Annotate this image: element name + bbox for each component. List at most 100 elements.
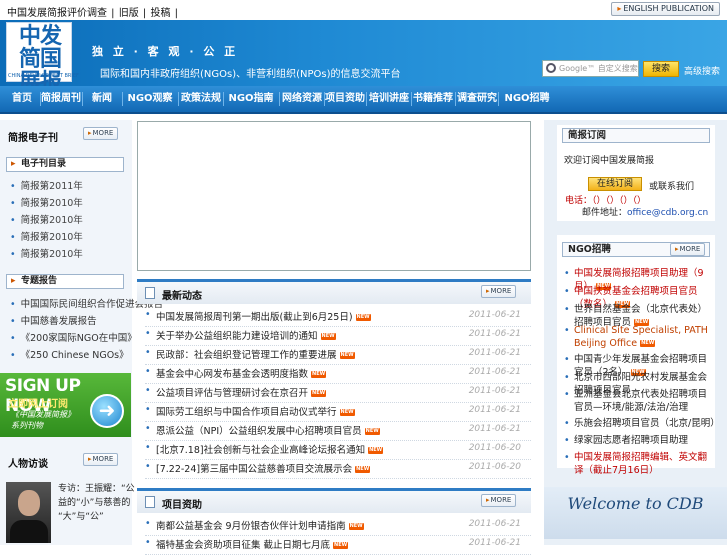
top-bar: 中国发展简报评价调查 | 旧版 | 投稿 | ENGLISH PUBLICATI… bbox=[0, 0, 727, 20]
nav-training[interactable]: 培训讲座 bbox=[367, 86, 411, 112]
funding-item[interactable]: 福特基金会资助项目征集 截止日期七月底NEW2011-06-21 bbox=[145, 536, 531, 555]
new-badge: NEW bbox=[333, 542, 349, 549]
media-panel[interactable] bbox=[137, 121, 531, 271]
interview-text[interactable]: 专访：王振耀：“公 益的“小”与慈善的 “大”与“公” bbox=[58, 482, 135, 524]
new-badge: NEW bbox=[368, 447, 384, 454]
news-item[interactable]: 基金会中心网发布基金会透明度指数NEW2011-06-21 bbox=[145, 365, 531, 384]
document-icon bbox=[145, 287, 155, 299]
job-item[interactable]: 中国发展简报招聘编辑、英文翻译（截止7月16日） bbox=[564, 451, 716, 477]
search-input[interactable]: Google™ 自定义搜索 bbox=[542, 60, 639, 77]
subscribe-box: 简报订阅 欢迎订阅中国发展简报 在线订阅 或联系我们 电话：（）（）（）（） 邮… bbox=[557, 125, 715, 221]
special-item[interactable]: 《200家国际NGO在中国》 bbox=[10, 330, 137, 344]
tagline: 国际和国内非政府组织(NGOs)、非营利组织(NPOs)的信息交流平台 bbox=[100, 69, 401, 80]
issue-item[interactable]: 简报第2010年 bbox=[10, 246, 83, 260]
search-button[interactable]: 搜索 bbox=[643, 61, 679, 77]
top-links: 中国发展简报评价调查 | 旧版 | 投稿 | bbox=[6, 8, 179, 19]
logo-english: CHINA DEVELOPMENT BRIEF bbox=[8, 73, 79, 79]
job-item[interactable]: 乐施会招聘项目官员（北京/昆明） bbox=[564, 417, 720, 430]
nav-weekly[interactable]: 简报周刊 bbox=[41, 86, 81, 112]
nav-research[interactable]: 调查研究 bbox=[456, 86, 498, 112]
funding-title: 项目资助 bbox=[162, 500, 202, 511]
document-icon bbox=[145, 496, 155, 508]
subscribe-intro: 欢迎订阅中国发展简报 bbox=[564, 156, 655, 166]
slogan: 独 立 · 客 观 · 公 正 bbox=[92, 45, 239, 58]
english-publication-button[interactable]: ENGLISH PUBLICATION bbox=[611, 2, 720, 16]
special-box-title: 专题报告 bbox=[6, 274, 124, 289]
avatar-face bbox=[18, 490, 40, 516]
news-item[interactable]: [7.22-24]第三届中国公益慈善项目交流展示会NEW2011-06-20 bbox=[145, 460, 531, 479]
link-survey[interactable]: 中国发展简报评价调查 bbox=[6, 8, 108, 19]
nav-books[interactable]: 书籍推荐 bbox=[412, 86, 454, 112]
advanced-search-link[interactable]: 高级搜索 bbox=[684, 64, 720, 77]
right-sidebar: 简报订阅 欢迎订阅中国发展简报 在线订阅 或联系我们 电话：（）（）（）（） 邮… bbox=[544, 120, 727, 545]
logo-mark: 中发简国展报 bbox=[18, 23, 62, 95]
header-banner: 中发简国展报 CHINA DEVELOPMENT BRIEF 独 立 · 客 观… bbox=[0, 20, 727, 95]
latest-news-title: 最新动态 bbox=[162, 291, 202, 302]
funding-header: 项目资助 MORE bbox=[137, 488, 531, 513]
jobs-box: NGO招聘 MORE 中国发展简报招聘项目助理（9月）NEW 中国扶贫基金会招聘… bbox=[557, 235, 720, 476]
funding-more-button[interactable]: MORE bbox=[481, 494, 517, 507]
nav-resources[interactable]: 网络资源 bbox=[280, 86, 324, 112]
job-item[interactable]: Clinical Site Specialist, PATH Beijing O… bbox=[564, 324, 716, 350]
nav-ngo-watch[interactable]: NGO观察 bbox=[123, 86, 177, 112]
special-item[interactable]: 《250 Chinese NGOs》 bbox=[10, 347, 129, 361]
signup-subheading: 立即网上订阅 bbox=[8, 399, 68, 410]
jobs-more-button[interactable]: MORE bbox=[670, 243, 706, 256]
signup-banner[interactable]: SIGN UP NOW 立即网上订阅 《中国发展简报》 系列刊物 ➜ bbox=[0, 373, 131, 437]
new-badge: NEW bbox=[355, 314, 371, 321]
search-placeholder: Google™ 自定义搜索 bbox=[559, 64, 638, 73]
signup-note: 《中国发展简报》 系列刊物 bbox=[11, 410, 75, 430]
avatar-body bbox=[10, 520, 48, 543]
main-content: 最新动态 MORE 中国发展简报周刊第一期出版(截止到6月25日)NEW2011… bbox=[137, 120, 531, 555]
periodical-more-button[interactable]: MORE bbox=[83, 127, 119, 140]
nav-policy[interactable]: 政策法规 bbox=[179, 86, 223, 112]
avatar[interactable] bbox=[6, 482, 51, 543]
new-badge: NEW bbox=[640, 340, 656, 347]
new-badge: NEW bbox=[311, 371, 327, 378]
interview-title: 人物访谈 bbox=[8, 459, 48, 470]
special-item[interactable]: 中国慈善发展报告 bbox=[10, 313, 97, 327]
interview-more-button[interactable]: MORE bbox=[83, 453, 119, 466]
new-badge: NEW bbox=[320, 333, 336, 340]
nav-funding[interactable]: 项目资助 bbox=[325, 86, 365, 112]
logo[interactable]: 中发简国展报 CHINA DEVELOPMENT BRIEF bbox=[6, 22, 79, 95]
new-badge: NEW bbox=[364, 428, 380, 435]
subscribe-online-button[interactable]: 在线订阅 bbox=[588, 177, 642, 191]
funding-item[interactable]: 南都公益基金会 9月份银杏伙伴计划申请指南NEW2011-06-21 bbox=[145, 517, 531, 536]
subscribe-title: 简报订阅 bbox=[562, 128, 710, 143]
issue-item[interactable]: 简报第2010年 bbox=[10, 229, 83, 243]
nav-jobs[interactable]: NGO招聘 bbox=[499, 86, 555, 112]
periodical-title: 简报电子刊 bbox=[8, 133, 58, 144]
new-badge: NEW bbox=[339, 409, 355, 416]
news-item[interactable]: 关于举办公益组织能力建设培训的通知NEW2011-06-21 bbox=[145, 327, 531, 346]
subscribe-email[interactable]: 邮件地址：office@cdb.org.cn bbox=[582, 205, 708, 218]
welcome-banner: Welcome to CDB bbox=[544, 487, 727, 539]
issues-box-title: 电子刊目录 bbox=[6, 157, 124, 172]
news-item[interactable]: 恩派公益（NPI）公益组织发展中心招聘项目官员NEW2011-06-21 bbox=[145, 422, 531, 441]
new-badge: NEW bbox=[311, 390, 327, 397]
job-item[interactable]: 亚洲基金会北京代表处招聘项目官员—环境/能源/法治/治理 bbox=[564, 388, 716, 414]
news-item[interactable]: 中国发展简报周刊第一期出版(截止到6月25日)NEW2011-06-21 bbox=[145, 308, 531, 327]
link-old-version[interactable]: 旧版 bbox=[118, 8, 140, 19]
main-nav: 首页 简报周刊 新闻 NGO观察 政策法规 NGO指南 网络资源 项目资助 培训… bbox=[0, 86, 727, 114]
news-item[interactable]: 民政部：社会组织登记管理工作的重要进展NEW2011-06-21 bbox=[145, 346, 531, 365]
link-submit[interactable]: 投稿 bbox=[149, 8, 171, 19]
issue-item[interactable]: 简报第2011年 bbox=[10, 178, 83, 192]
nav-news[interactable]: 新闻 bbox=[83, 86, 121, 112]
news-item[interactable]: 公益项目评估与管理研讨会在京召开NEW2011-06-21 bbox=[145, 384, 531, 403]
latest-news-header: 最新动态 MORE bbox=[137, 279, 531, 304]
issue-item[interactable]: 简报第2010年 bbox=[10, 195, 83, 209]
nav-home[interactable]: 首页 bbox=[4, 86, 40, 112]
nav-ngo-guide[interactable]: NGO指南 bbox=[224, 86, 278, 112]
latest-news-more-button[interactable]: MORE bbox=[481, 285, 517, 298]
arrow-right-icon: ➜ bbox=[90, 394, 124, 428]
issue-item[interactable]: 简报第2010年 bbox=[10, 212, 83, 226]
new-badge: NEW bbox=[355, 466, 371, 473]
news-item[interactable]: 国际劳工组织与中国合作项目启动仪式举行NEW2011-06-21 bbox=[145, 403, 531, 422]
job-item[interactable]: 绿家园志愿者招聘项目助理 bbox=[564, 434, 716, 447]
search-icon bbox=[546, 63, 556, 73]
new-badge: NEW bbox=[339, 352, 355, 359]
new-badge: NEW bbox=[348, 523, 364, 530]
subscribe-contact-text: 或联系我们 bbox=[649, 182, 695, 192]
news-item[interactable]: [北京7.18]社会创新与社会企业高峰论坛报名通知NEW2011-06-20 bbox=[145, 441, 531, 460]
